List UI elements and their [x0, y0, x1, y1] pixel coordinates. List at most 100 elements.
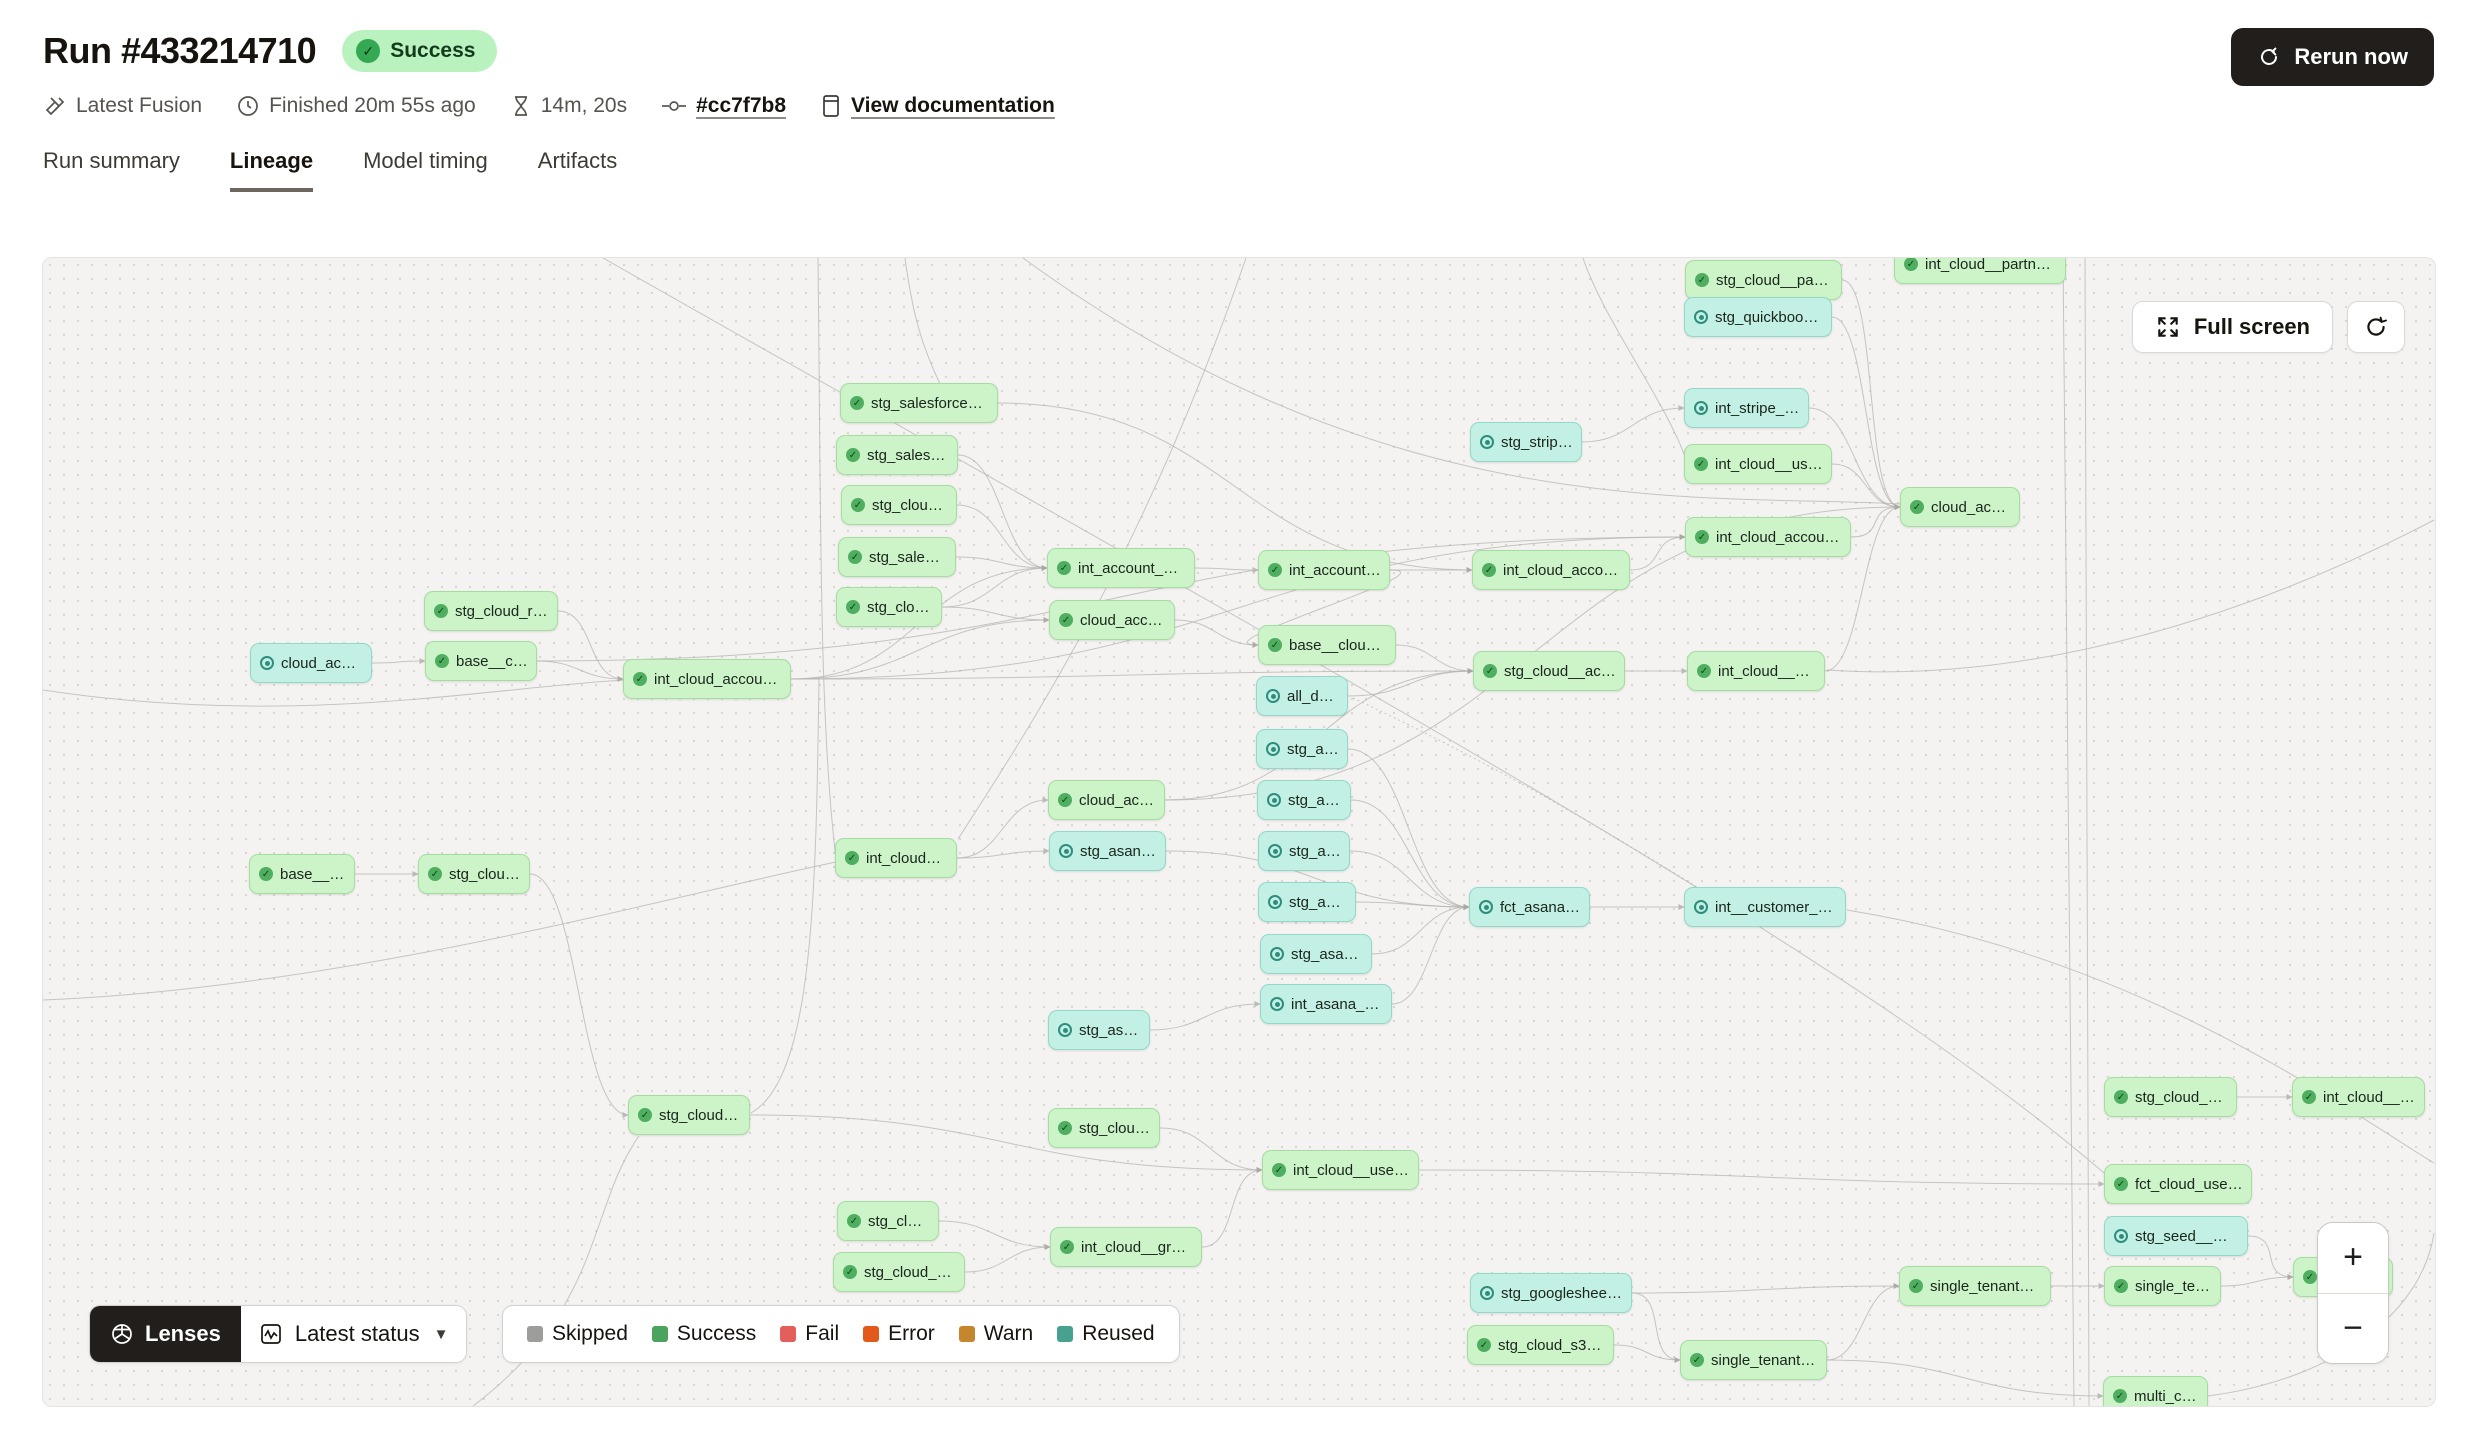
lineage-node[interactable]: stg_googlesheets__sin…: [1470, 1273, 1632, 1313]
lineage-node[interactable]: int_asana__task_s…: [1260, 984, 1392, 1024]
lineage-node[interactable]: stg_asana…: [1256, 729, 1348, 769]
zoom-controls: + −: [2317, 1222, 2389, 1364]
commit-link[interactable]: #cc7f7b8: [696, 94, 786, 118]
lineage-node[interactable]: stg_asana_…: [1257, 780, 1351, 820]
node-label: stg_cloud__email…: [659, 1107, 741, 1124]
node-success-icon: ✓: [434, 604, 448, 618]
lineage-node[interactable]: ✓stg_cloud__devel…: [2104, 1077, 2237, 1117]
lineage-node[interactable]: cloud_account…: [250, 643, 372, 683]
lineage-node[interactable]: ✓int_cloud__group_per…: [1050, 1227, 1202, 1267]
lineage-node[interactable]: all_days: [1256, 676, 1348, 716]
lineage-node[interactable]: ✓single_tenant_mapp…: [1899, 1266, 2051, 1306]
lineage-node[interactable]: ✓int_cloud__accoun…: [1687, 651, 1825, 691]
lineage-node[interactable]: stg_seed__multireg…: [2104, 1216, 2248, 1256]
lineage-node[interactable]: ✓int_cloud__devel…: [2292, 1077, 2425, 1117]
lineage-node[interactable]: ✓single_tenant_map…: [1680, 1340, 1827, 1380]
node-success-icon: ✓: [1694, 457, 1708, 471]
legend-label: Skipped: [552, 1322, 628, 1346]
lineage-node[interactable]: stg_asana__…: [1048, 1010, 1150, 1050]
node-success-icon: ✓: [1690, 1353, 1704, 1367]
lineage-node[interactable]: stg_stripe__c…: [1470, 422, 1582, 462]
node-success-icon: ✓: [1058, 1121, 1072, 1135]
view-documentation-link[interactable]: View documentation: [851, 94, 1055, 118]
lineage-node[interactable]: ✓single_tenant_…: [2104, 1266, 2221, 1306]
node-reused-icon: [1694, 900, 1708, 914]
lineage-node[interactable]: ✓stg_cloud__…: [836, 587, 942, 627]
lenses-button[interactable]: Lenses: [90, 1306, 241, 1362]
lineage-node[interactable]: ✓stg_cloud__accounts…: [1473, 651, 1625, 691]
lineage-node[interactable]: ✓int_cloud__us…: [835, 838, 957, 878]
lineage-node[interactable]: ✓stg_cloud_region…: [424, 591, 558, 631]
node-success-icon: ✓: [2114, 1090, 2128, 1104]
refresh-graph-button[interactable]: [2347, 301, 2405, 353]
lineage-canvas[interactable]: cloud_account…✓base__cloud_…✓stg_cloud_r…: [42, 257, 2436, 1407]
node-success-icon: ✓: [428, 867, 442, 881]
lineage-node[interactable]: stg_asana…: [1258, 831, 1350, 871]
node-label: int_cloud__us…: [866, 850, 948, 867]
lineage-node[interactable]: int__customer_account…: [1684, 887, 1846, 927]
lineage-node[interactable]: ✓stg_cloud__us…: [1048, 1108, 1160, 1148]
lineage-node[interactable]: ✓stg_cloud_s3_singl…: [1467, 1325, 1614, 1365]
full-screen-button[interactable]: Full screen: [2132, 301, 2333, 353]
lineage-node[interactable]: ✓base__cloud_acco…: [1258, 625, 1396, 665]
lineage-node[interactable]: ✓int_account_dom…: [1258, 550, 1390, 590]
lineage-node[interactable]: stg_asana__pr…: [1260, 934, 1372, 974]
tab-lineage[interactable]: Lineage: [230, 148, 313, 192]
node-label: stg_googlesheets__sin…: [1501, 1285, 1623, 1302]
lineage-node[interactable]: ✓int_cloud_account_ma…: [1472, 550, 1630, 590]
lineage-node[interactable]: ✓int_cloud__user_ac…: [1684, 444, 1832, 484]
lineage-node[interactable]: ✓stg_cloud__email…: [628, 1095, 750, 1135]
lineage-node[interactable]: int_stripe__custo…: [1684, 388, 1809, 428]
lineage-node[interactable]: ✓fct_cloud_user_acc…: [2104, 1164, 2252, 1204]
legend-swatch: [1057, 1326, 1073, 1342]
tab-run-summary[interactable]: Run summary: [43, 148, 180, 192]
lineage-node[interactable]: ✓stg_cloud__us…: [841, 485, 957, 525]
lineage-node[interactable]: ✓stg_salesforce…: [838, 537, 956, 577]
node-success-icon: ✓: [1057, 561, 1071, 575]
hourglass-icon: [510, 94, 532, 118]
lineage-node[interactable]: ✓stg_salesforce_…: [836, 435, 958, 475]
lineage-node[interactable]: ✓cloud_accounts_…: [1049, 600, 1175, 640]
lineage-node[interactable]: ✓int_cloud_account_ma…: [1685, 517, 1851, 557]
rerun-now-button[interactable]: Rerun now: [2231, 28, 2434, 86]
lineage-node[interactable]: ✓int_cloud__partner_con…: [1894, 257, 2066, 284]
lens-selector[interactable]: Latest status ▼: [241, 1306, 467, 1362]
meta-docs[interactable]: View documentation: [820, 94, 1055, 118]
lineage-node[interactable]: ✓base__clou…: [249, 854, 355, 894]
lineage-node[interactable]: stg_asana__tas…: [1049, 831, 1166, 871]
lineage-node[interactable]: ✓ stg_cloud_…: [418, 854, 530, 894]
lineage-node[interactable]: ✓stg_cloud_…: [837, 1201, 939, 1241]
lineage-node[interactable]: ✓int_account_domain…: [1047, 548, 1195, 588]
node-label: int__customer_account…: [1715, 899, 1837, 916]
node-label: stg_cloud_…: [449, 866, 521, 883]
lineage-node[interactable]: fct_asana_proj…: [1469, 887, 1590, 927]
zoom-out-button[interactable]: −: [2318, 1294, 2388, 1364]
node-reused-icon: [1479, 900, 1493, 914]
lineage-node[interactable]: ✓multi_cell_m…: [2103, 1376, 2208, 1407]
lineage-node[interactable]: ✓base__cloud_…: [425, 641, 537, 681]
lineage-node[interactable]: ✓stg_cloud__partner_c…: [1685, 260, 1842, 300]
lineage-node[interactable]: ✓stg_salesforce__cloud_…: [840, 383, 998, 423]
node-label: base__cloud_…: [456, 653, 528, 670]
run-header: Run #433214710 ✓ Success Rerun now Lates…: [43, 30, 2434, 192]
expand-icon: [2155, 314, 2181, 340]
meta-commit[interactable]: #cc7f7b8: [661, 94, 786, 118]
page-title: Run #433214710: [43, 30, 316, 72]
node-label: int_account_dom…: [1289, 562, 1381, 579]
lineage-node[interactable]: stg_asana__…: [1258, 882, 1356, 922]
node-label: cloud_accounts_…: [1080, 612, 1166, 629]
legend-item-reused: Reused: [1057, 1322, 1154, 1346]
lineage-node[interactable]: ✓int_cloud__user_group…: [1262, 1150, 1419, 1190]
tab-model-timing[interactable]: Model timing: [363, 148, 488, 192]
legend-swatch: [780, 1326, 796, 1342]
node-label: stg_asana_…: [1288, 792, 1342, 809]
lineage-node[interactable]: ✓int_cloud_account__m…: [623, 659, 791, 699]
lineage-node[interactable]: stg_quickbooks__a…: [1684, 297, 1832, 337]
lineage-node[interactable]: ✓cloud_account…: [1048, 780, 1165, 820]
lenses-toolbar: Lenses Latest status ▼: [89, 1305, 467, 1363]
lineage-node[interactable]: ✓stg_cloud__group…: [833, 1252, 965, 1292]
tab-artifacts[interactable]: Artifacts: [538, 148, 617, 192]
lineage-node[interactable]: ✓cloud_account…: [1900, 487, 2020, 527]
zoom-in-button[interactable]: +: [2318, 1223, 2388, 1294]
node-success-icon: ✓: [1695, 273, 1709, 287]
